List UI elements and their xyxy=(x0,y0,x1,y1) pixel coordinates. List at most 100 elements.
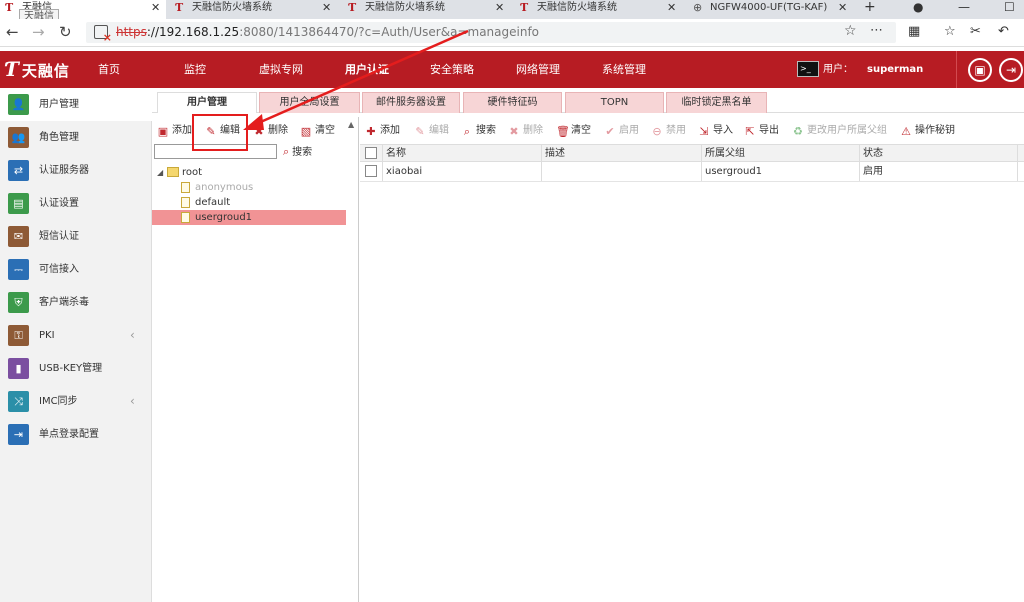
grid-add-button[interactable]: ✚ 添加 xyxy=(365,120,400,142)
grid-key-button[interactable]: ⚠ 操作秘钥 xyxy=(900,120,955,142)
tab-user-management[interactable]: 用户管理 xyxy=(157,92,257,113)
bookmark-star-icon[interactable]: ☆ xyxy=(844,23,857,39)
column-header-name[interactable]: 名称 xyxy=(383,145,542,161)
chevron-left-icon[interactable]: ‹ xyxy=(130,385,135,418)
grid-import-button[interactable]: ⇲ 导入 xyxy=(698,120,733,142)
sidebar-item[interactable]: 👤 用户管理 xyxy=(0,88,152,121)
tab-temp-lock-blacklist[interactable]: 临时锁定黑名单 xyxy=(666,92,767,113)
column-header-status[interactable]: 状态 xyxy=(860,145,1018,161)
delete-icon: ✖ xyxy=(254,125,264,138)
grid-disable-button[interactable]: ⊖ 禁用 xyxy=(651,120,686,142)
tree-node[interactable]: usergroud1 xyxy=(152,210,346,225)
scroll-up-icon[interactable]: ▲ xyxy=(348,120,354,129)
account-icon[interactable]: ● xyxy=(913,0,923,14)
sidebar-item[interactable]: ▮ USB-KEY管理 xyxy=(0,352,152,385)
browser-tab[interactable]: Ƭ 天融信防火墙系统 ✕ xyxy=(515,0,685,19)
back-icon[interactable]: ← xyxy=(6,24,19,40)
grid-edit-button[interactable]: ✎ 编辑 xyxy=(414,120,449,142)
grid-delete-button[interactable]: ✖ 删除 xyxy=(508,120,543,142)
nav-monitor[interactable]: 监控 xyxy=(184,51,206,88)
column-header-parent-group[interactable]: 所属父组 xyxy=(702,145,860,161)
sidebar-item[interactable]: 👥 角色管理 xyxy=(0,121,152,154)
close-tab-icon[interactable]: ✕ xyxy=(838,0,847,15)
sidebar-item[interactable]: ⛨ 客户端杀毒 xyxy=(0,286,152,319)
insecure-lock-icon[interactable] xyxy=(94,25,112,44)
tree-scrollbar[interactable]: ▲ xyxy=(347,120,357,600)
tree-add-button[interactable]: ▣ 添加 xyxy=(157,120,192,142)
tree-node-label: default xyxy=(195,197,231,208)
sidebar-item[interactable]: ✉ 短信认证 xyxy=(0,220,152,253)
row-checkbox[interactable] xyxy=(365,165,377,177)
logout-icon[interactable]: ⇥ xyxy=(999,58,1023,82)
browser-tab[interactable]: Ƭ 天融信防火墙系统 ✕ xyxy=(170,0,340,19)
undo-icon[interactable]: ↶ xyxy=(998,25,1009,39)
sidebar-item-label: 短信认证 xyxy=(39,231,79,242)
close-tab-icon[interactable]: ✕ xyxy=(322,0,331,15)
tree-node[interactable]: default xyxy=(152,195,346,210)
new-tab-icon[interactable]: + xyxy=(864,0,876,14)
reload-icon[interactable]: ↻ xyxy=(59,24,72,40)
tree-node[interactable]: anonymous xyxy=(152,180,346,195)
topsec-favicon-icon: Ƭ xyxy=(5,1,14,14)
tree-delete-button[interactable]: ✖ 删除 xyxy=(253,120,288,142)
sidebar-item[interactable]: ⤨ IMC同步 ‹ xyxy=(0,385,152,418)
tab-hardware-id[interactable]: 硬件特征码 xyxy=(463,92,562,113)
nav-home[interactable]: 首页 xyxy=(98,51,120,88)
nav-network[interactable]: 网络管理 xyxy=(516,51,560,88)
sidebar-item[interactable]: ▤ 认证设置 xyxy=(0,187,152,220)
scissors-icon[interactable]: ✂ xyxy=(970,25,981,39)
tab-mail-server-settings[interactable]: 邮件服务器设置 xyxy=(362,92,460,113)
nav-user-auth[interactable]: 用户认证 xyxy=(345,51,389,88)
chevron-left-icon[interactable]: ‹ xyxy=(130,319,135,352)
content-tabs: 用户管理 用户全局设置 邮件服务器设置 硬件特征码 TOPN 临时锁定黑名单 xyxy=(152,88,1024,113)
browser-tab[interactable]: ⊕ NGFW4000-UF(TG-KAF) ✕ xyxy=(688,0,856,19)
tree-clear-button[interactable]: ▧ 清空 xyxy=(300,120,335,142)
tab-user-global-settings[interactable]: 用户全局设置 xyxy=(259,92,360,113)
grid-change-group-button[interactable]: ♻ 更改用户所属父组 xyxy=(792,120,887,142)
url-bar[interactable]: https://192.168.1.25:8080/1413864470/?c=… xyxy=(86,22,896,44)
maximize-icon[interactable]: ☐ xyxy=(1004,0,1015,14)
expand-toggle-icon[interactable]: ◢ xyxy=(157,165,163,180)
sidebar-item[interactable]: ⇥ 单点登录配置 xyxy=(0,418,152,451)
grid-search-button[interactable]: ⌕ 搜索 xyxy=(461,120,496,142)
grid-trash-button[interactable]: 🗑清空 xyxy=(556,120,591,142)
sidebar-item[interactable]: ⇄ 认证服务器 xyxy=(0,154,152,187)
save-config-icon[interactable]: ▣ xyxy=(968,58,992,82)
grid-export-button[interactable]: ⇱ 导出 xyxy=(744,120,779,142)
nav-vpn[interactable]: 虚拟专网 xyxy=(259,51,303,88)
sidebar-item-label: USB-KEY管理 xyxy=(39,363,103,374)
close-tab-icon[interactable]: ✕ xyxy=(495,0,504,15)
sidebar-item[interactable]: ⚿ PKI ‹ xyxy=(0,319,152,352)
browser-tab-title: NGFW4000-UF(TG-KAF) xyxy=(710,2,828,13)
minimize-icon[interactable]: — xyxy=(958,0,970,14)
table-row[interactable]: xiaobai usergroud1 启用 xyxy=(360,162,1024,182)
sidebar-item[interactable]: ⎓ 可信接入 xyxy=(0,253,152,286)
select-all-checkbox[interactable] xyxy=(365,147,377,159)
column-header-description[interactable]: 描述 xyxy=(542,145,702,161)
apps-grid-icon[interactable]: ▦ xyxy=(908,25,920,39)
topsec-favicon-icon: Ƭ xyxy=(175,1,184,14)
nav-security-policy[interactable]: 安全策略 xyxy=(430,51,474,88)
nav-system[interactable]: 系统管理 xyxy=(602,51,646,88)
close-tab-icon[interactable]: ✕ xyxy=(151,0,160,15)
grid-enable-button[interactable]: ✔ 启用 xyxy=(604,120,639,142)
annotation-highlight-box xyxy=(192,114,248,151)
tree-node-label: usergroud1 xyxy=(195,212,253,223)
tree-node[interactable]: ◢ root xyxy=(152,165,346,180)
close-tab-icon[interactable]: ✕ xyxy=(667,0,676,15)
user-icon: 👤 xyxy=(8,94,29,115)
favorites-list-icon[interactable]: ☆ xyxy=(944,25,956,39)
sidebar-item-label: PKI xyxy=(39,330,55,341)
tree-node-label: anonymous xyxy=(195,182,254,193)
forward-icon[interactable]: → xyxy=(32,24,45,40)
logo-mark-icon: Ƭ xyxy=(4,57,20,81)
search-icon: ⌕ xyxy=(463,125,471,138)
url-text[interactable]: https://192.168.1.25:8080/1413864470/?c=… xyxy=(116,25,539,39)
tree-search-button[interactable]: ⌕ 搜索 xyxy=(283,145,312,160)
terminal-icon[interactable]: >_ xyxy=(797,61,819,77)
sidebar-item-label: 客户端杀毒 xyxy=(39,297,89,308)
group-tree-panel: ▣ 添加 ✎ 编辑 ✖ 删除 ▧ 清空 ⌕ 搜索 ▲ ◢ root anonymous defa… xyxy=(152,117,359,602)
tab-topn[interactable]: TOPN xyxy=(565,92,664,113)
more-actions-icon[interactable]: ⋯ xyxy=(870,23,883,38)
browser-tab[interactable]: Ƭ 天融信防火墙系统 ✕ xyxy=(343,0,513,19)
